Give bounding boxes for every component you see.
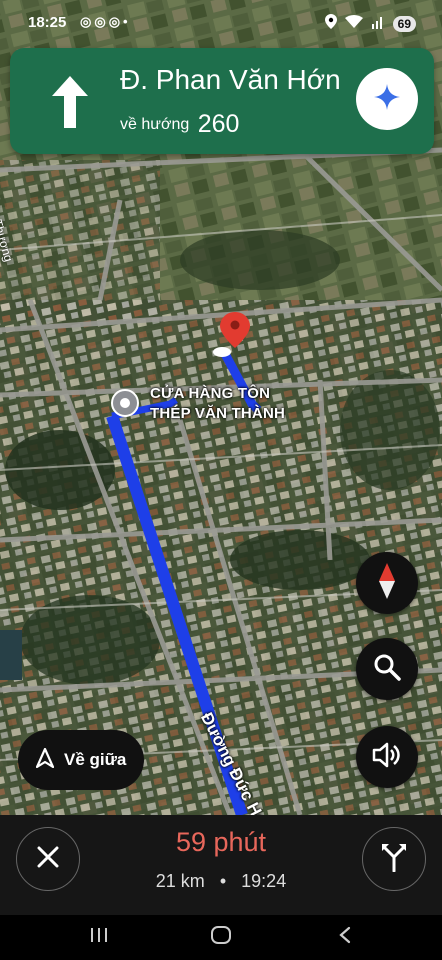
place-label-line2: THÉP VĂN THÀNH — [150, 405, 286, 422]
trip-summary-sheet[interactable]: 59 phút 21 km • 19:24 — [0, 815, 442, 915]
recent-apps-button[interactable] — [84, 923, 114, 951]
direction-street: Đ. Phan Văn Hớn — [120, 64, 341, 95]
notification-icons: ◎◎◎• — [80, 14, 131, 30]
signal-icon — [371, 15, 385, 33]
home-icon — [210, 925, 232, 950]
battery-indicator: 69 — [392, 15, 416, 32]
status-time: 18:25 — [28, 14, 67, 31]
toward-number: 260 — [197, 110, 240, 138]
compass-button[interactable] — [356, 552, 418, 614]
toward-label: về hướng — [120, 116, 190, 133]
notification-dot: • — [123, 14, 131, 29]
trip-eta: 19:24 — [241, 871, 287, 891]
recenter-button[interactable]: Về giữa — [18, 730, 144, 790]
sparkle-icon — [374, 83, 400, 115]
location-icon — [324, 14, 337, 33]
trip-minutes: 59 — [175, 827, 206, 857]
direction-toward: về hướng 260 — [120, 110, 239, 139]
wifi-icon — [344, 14, 363, 33]
speaker-icon — [372, 741, 402, 774]
assistant-button[interactable] — [356, 68, 418, 130]
messenger-icon: ◎ — [80, 14, 95, 29]
route-fork-icon — [380, 842, 408, 877]
status-bar: 18:25 ◎◎◎• 69 — [0, 0, 442, 46]
system-nav-bar — [0, 915, 442, 960]
search-button[interactable] — [356, 638, 418, 700]
alternate-routes-button[interactable] — [362, 827, 426, 891]
search-icon — [373, 653, 401, 686]
compass-icon — [376, 562, 398, 604]
status-right: 69 — [324, 14, 416, 33]
sound-button[interactable] — [356, 726, 418, 788]
trip-separator: • — [219, 871, 227, 891]
navigation-screen: Hà Thương CỬA HÀNG TÔN THÉP VĂN THÀNH Đư… — [0, 0, 442, 960]
messenger-icon: ◎ — [108, 14, 124, 29]
straight-arrow-icon — [44, 74, 96, 130]
trip-distance: 21 km — [155, 871, 205, 891]
navigation-arrow-icon — [35, 747, 55, 773]
place-label[interactable]: CỬA HÀNG TÔN THÉP VĂN THÀNH — [150, 384, 285, 424]
trip-minutes-unit: phút — [213, 827, 267, 857]
direction-banner[interactable]: Đ. Phan Văn Hớn về hướng 260 — [10, 48, 434, 154]
place-marker-icon — [111, 389, 139, 417]
home-button[interactable] — [206, 923, 236, 951]
recent-apps-icon — [90, 927, 108, 948]
back-button[interactable] — [330, 923, 360, 951]
recenter-label: Về giữa — [64, 750, 127, 769]
messenger-icon: ◎ — [94, 14, 109, 29]
place-label-line1: CỬA HÀNG TÔN — [150, 385, 271, 402]
back-icon — [338, 926, 352, 949]
